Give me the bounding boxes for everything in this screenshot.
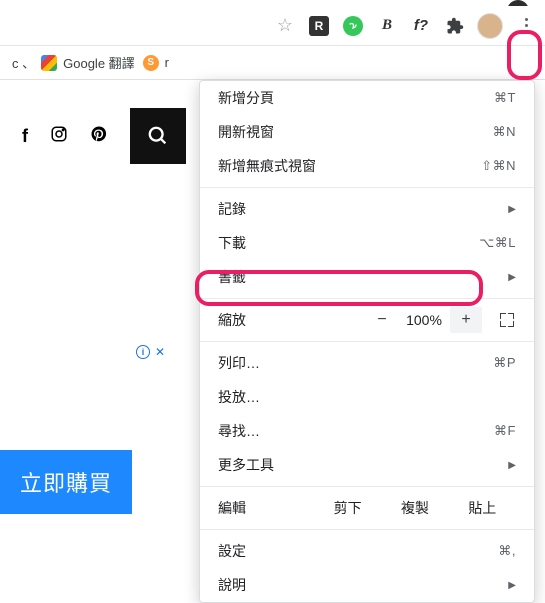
menu-shortcut: ⌘P (493, 355, 516, 371)
site-header: f (0, 108, 186, 164)
menu-label: 列印… (218, 353, 493, 373)
browser-toolbar: ☆ R B f? (0, 6, 545, 46)
google-translate-icon (41, 55, 57, 71)
facebook-icon[interactable]: f (22, 126, 28, 147)
zoom-label: 縮放 (218, 310, 366, 330)
menu-new-tab[interactable]: 新增分頁 ⌘T (200, 81, 534, 115)
bookmark-label: r (165, 55, 169, 70)
menu-label: 記錄 (218, 199, 508, 219)
menu-separator (200, 341, 534, 342)
extension-green-icon[interactable] (341, 14, 365, 38)
menu-separator (200, 486, 534, 487)
menu-label: 投放… (218, 387, 516, 407)
zoom-in-button[interactable]: + (450, 307, 482, 333)
pinterest-icon[interactable] (90, 125, 108, 148)
bookmark-label: Google 翻譯 (63, 53, 135, 72)
extension-b-icon[interactable]: B (375, 14, 399, 38)
menu-zoom: 縮放 − 100% + (200, 303, 534, 337)
fullscreen-icon (500, 313, 514, 327)
extensions-icon[interactable] (443, 14, 467, 38)
menu-kebab-icon[interactable] (513, 13, 539, 39)
menu-label: 說明 (218, 575, 508, 595)
menu-history[interactable]: 記錄 ▶ (200, 192, 534, 226)
edit-cut[interactable]: 剪下 (314, 498, 381, 518)
menu-label: 下載 (218, 233, 479, 253)
menu-more-tools[interactable]: 更多工具 ▶ (200, 448, 534, 482)
menu-separator (200, 187, 534, 188)
menu-label: 尋找… (218, 421, 494, 441)
menu-new-window[interactable]: 開新視窗 ⌘N (200, 115, 534, 149)
menu-shortcut: ⌘, (498, 543, 516, 559)
bookmark-star-icon[interactable]: ☆ (273, 14, 297, 38)
edit-paste[interactable]: 貼上 (449, 498, 516, 518)
chevron-right-icon: ▶ (508, 272, 516, 283)
bookmark-prefix: c 、 (12, 53, 35, 72)
extension-r-icon[interactable]: R (307, 14, 331, 38)
menu-downloads[interactable]: 下載 ⌥⌘L (200, 226, 534, 260)
cta-button[interactable]: 立即購買 (0, 450, 132, 514)
ad-marker[interactable]: i ✕ (136, 345, 165, 359)
menu-print[interactable]: 列印… ⌘P (200, 346, 534, 380)
menu-incognito[interactable]: 新增無痕式視窗 ⇧⌘N (200, 149, 534, 183)
chevron-right-icon: ▶ (508, 204, 516, 215)
ad-info-icon[interactable]: i (136, 345, 150, 359)
menu-help[interactable]: 說明 ▶ (200, 568, 534, 602)
menu-label: 書籤 (218, 267, 508, 287)
edit-label: 編輯 (218, 498, 314, 518)
menu-bookmarks[interactable]: 書籤 ▶ (200, 260, 534, 294)
menu-settings[interactable]: 設定 ⌘, (200, 534, 534, 568)
zoom-value: 100% (398, 312, 450, 328)
menu-label: 新增分頁 (218, 88, 494, 108)
menu-find[interactable]: 尋找… ⌘F (200, 414, 534, 448)
menu-shortcut: ⌘F (494, 423, 516, 439)
extension-fq-icon[interactable]: f? (409, 14, 433, 38)
ad-close-icon[interactable]: ✕ (155, 345, 165, 359)
bookmark-item-google-translate[interactable]: c 、 Google 翻譯 (12, 53, 135, 72)
menu-edit: 編輯 剪下 複製 貼上 (200, 491, 534, 525)
menu-label: 更多工具 (218, 455, 508, 475)
bookmark-s-icon: S (143, 55, 159, 71)
profile-avatar[interactable] (477, 13, 503, 39)
zoom-out-button[interactable]: − (366, 307, 398, 333)
instagram-icon[interactable] (50, 125, 68, 148)
menu-cast[interactable]: 投放… (200, 380, 534, 414)
search-button[interactable] (130, 108, 186, 164)
menu-shortcut: ⌘T (494, 90, 516, 106)
fullscreen-button[interactable] (492, 307, 522, 333)
menu-label: 開新視窗 (218, 122, 493, 142)
menu-shortcut: ⇧⌘N (481, 158, 516, 174)
chevron-right-icon: ▶ (508, 460, 516, 471)
menu-label: 設定 (218, 541, 498, 561)
bookmarks-bar: c 、 Google 翻譯 S r (0, 46, 545, 80)
browser-menu: 新增分頁 ⌘T 開新視窗 ⌘N 新增無痕式視窗 ⇧⌘N 記錄 ▶ 下載 ⌥⌘L … (199, 80, 535, 603)
menu-separator (200, 298, 534, 299)
bookmark-item-r[interactable]: S r (143, 55, 169, 71)
chevron-right-icon: ▶ (508, 580, 516, 591)
menu-shortcut: ⌥⌘L (479, 235, 516, 251)
menu-label: 新增無痕式視窗 (218, 156, 481, 176)
menu-shortcut: ⌘N (493, 124, 516, 140)
menu-separator (200, 529, 534, 530)
edit-copy[interactable]: 複製 (381, 498, 448, 518)
